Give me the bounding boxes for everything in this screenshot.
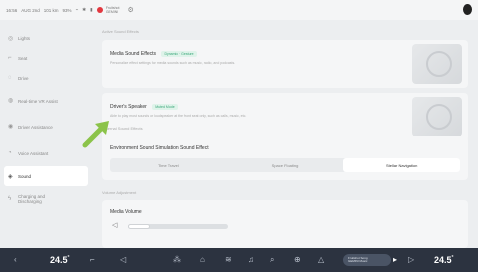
status-badge: Dynamic · Gesture bbox=[161, 51, 197, 57]
sidebar-item-label: Lights bbox=[18, 35, 31, 41]
speaker-thumbnail bbox=[412, 97, 462, 137]
settings-sidebar: ◎ Lights ⌐ Seat ◌ Drive ◍ Real-time VR A… bbox=[0, 20, 92, 248]
bluetooth-icon: ✱ bbox=[82, 7, 87, 12]
sidebar-item-vr-assist[interactable]: ◍ Real-time VR Assist bbox=[0, 88, 92, 114]
option-time-travel[interactable]: Time Travel bbox=[110, 158, 227, 172]
sidebar-item-label: Sound bbox=[18, 173, 32, 179]
temp-unit: ° bbox=[451, 255, 454, 261]
section-title: Volume Adjustment bbox=[102, 190, 137, 195]
apps-icon[interactable]: ⊕ bbox=[294, 255, 301, 264]
section-title: Active Sound Effects bbox=[102, 29, 139, 34]
sidebar-item-sound[interactable]: ◈ Sound bbox=[4, 166, 88, 186]
media-effects-thumbnail bbox=[412, 44, 462, 84]
sound-effect-segmented-control: Time Travel Space Floating Stellar Navig… bbox=[110, 158, 461, 172]
car-icon[interactable]: ⌂ bbox=[200, 255, 205, 264]
option-space-floating[interactable]: Space Floating bbox=[227, 158, 344, 172]
volume-down-icon[interactable]: ◁ bbox=[120, 255, 126, 264]
volume-up-icon[interactable]: ▷ bbox=[408, 255, 414, 264]
status-date: AUG 2nd bbox=[21, 7, 40, 13]
volume-icon: ◁ bbox=[112, 222, 118, 229]
steering-icon: ◉ bbox=[8, 123, 14, 130]
power-icon[interactable] bbox=[463, 4, 472, 15]
wifi-icon: ⌁ bbox=[75, 7, 79, 12]
climate-icon[interactable]: ≋ bbox=[225, 255, 232, 264]
driver-temp[interactable]: 24.5° bbox=[50, 255, 70, 265]
sidebar-item-label: Seat bbox=[18, 55, 28, 61]
status-media-artist: GEMINI bbox=[105, 10, 119, 14]
card-description: Able to play most sounds or loudspeaker … bbox=[110, 114, 247, 118]
play-icon[interactable]: ▸ bbox=[393, 255, 397, 264]
status-mileage: 101 km bbox=[43, 7, 59, 13]
card-title: Media Sound Effects bbox=[110, 51, 157, 57]
environment-sound-card: Environment Sound Simulation Sound Effec… bbox=[102, 136, 468, 180]
status-badge: Muted Mode bbox=[152, 104, 178, 110]
sidebar-item-label: Voice Assistant bbox=[18, 150, 49, 156]
music-icon[interactable]: ♫ bbox=[248, 255, 254, 264]
volume-fill bbox=[128, 224, 150, 229]
media-sound-effects-card[interactable]: Media Sound Effects Dynamic · Gesture Pe… bbox=[102, 40, 468, 88]
sidebar-item-label: Drive bbox=[18, 75, 29, 81]
sidebar-item-voice-assistant[interactable]: ◔ Voice Assistant bbox=[0, 140, 92, 166]
now-playing-widget[interactable]: Fruitshot Song GEMINI Music bbox=[343, 254, 391, 266]
seat-icon: ⌐ bbox=[8, 55, 12, 61]
phone-icon[interactable]: ⌕ bbox=[270, 255, 274, 265]
sidebar-item-drive[interactable]: ◌ Drive bbox=[0, 68, 92, 88]
navigation-icon[interactable]: △ bbox=[318, 255, 324, 264]
option-stellar-navigation[interactable]: Stellar Navigation bbox=[343, 158, 461, 172]
charging-icon: ϟ bbox=[8, 195, 12, 202]
signal-icon: ▮ bbox=[90, 7, 93, 12]
passenger-temp[interactable]: 24.5° bbox=[434, 255, 454, 265]
sidebar-item-label: Real-time VR Assist bbox=[18, 98, 58, 104]
card-title: Driver's Speaker bbox=[110, 104, 147, 110]
voice-icon: ◔ bbox=[8, 149, 12, 156]
annotation-arrow bbox=[82, 121, 109, 148]
status-time: 16:56 bbox=[6, 7, 18, 13]
seat-heat-icon[interactable]: ⌐ bbox=[90, 255, 95, 264]
driver-temp-value: 24.5 bbox=[50, 255, 68, 265]
drivers-speaker-card[interactable]: Driver's Speaker Muted Mode Able to play… bbox=[102, 93, 468, 141]
sidebar-item-seat[interactable]: ⌐ Seat bbox=[0, 48, 92, 68]
sidebar-item-charging[interactable]: ϟ Charging and Discharging bbox=[0, 186, 92, 212]
home-icon[interactable]: ‹ bbox=[14, 255, 17, 264]
status-bar: 16:56 AUG 2nd 101 km 93% ⌁ ✱ ▮ Fruitshot… bbox=[0, 0, 478, 20]
gear-icon[interactable]: ⚙ bbox=[127, 6, 133, 14]
card-description: Personalize effect settings for media so… bbox=[110, 61, 236, 65]
card-title: Media Volume bbox=[110, 209, 142, 215]
media-volume-slider[interactable] bbox=[128, 224, 228, 229]
status-range: 93% bbox=[62, 7, 72, 13]
sound-icon: ◈ bbox=[8, 173, 13, 180]
passenger-temp-value: 24.5 bbox=[434, 255, 452, 265]
grid-apps-icon[interactable]: ⁂ bbox=[173, 255, 181, 264]
media-volume-card: Media Volume ◁ bbox=[102, 200, 468, 248]
sidebar-item-label: Charging and Discharging bbox=[18, 194, 46, 204]
media-icon bbox=[96, 7, 103, 13]
sidebar-item-driver-assistance[interactable]: ◉ Driver Assistance bbox=[0, 114, 92, 140]
now-playing-artist: GEMINI Music bbox=[348, 259, 368, 263]
sidebar-item-lights[interactable]: ◎ Lights bbox=[0, 28, 92, 48]
bottom-dock: ‹ 24.5° ⌐ ◁ ⁂ ⌂ ≋ ♫ ⌕ ⊕ △ Fruitshot Song… bbox=[0, 248, 478, 272]
card-title: Environment Sound Simulation Sound Effec… bbox=[110, 145, 209, 151]
car-icon: ◌ bbox=[8, 75, 12, 81]
sidebar-item-label: Driver Assistance bbox=[18, 124, 53, 130]
temp-unit: ° bbox=[67, 255, 70, 261]
lights-icon: ◎ bbox=[8, 35, 14, 42]
status-media[interactable]: Fruitshot GEMINI bbox=[96, 6, 119, 15]
vr-icon: ◍ bbox=[8, 97, 14, 104]
sound-settings-panel: Active Sound Effects Media Sound Effects… bbox=[92, 20, 478, 248]
